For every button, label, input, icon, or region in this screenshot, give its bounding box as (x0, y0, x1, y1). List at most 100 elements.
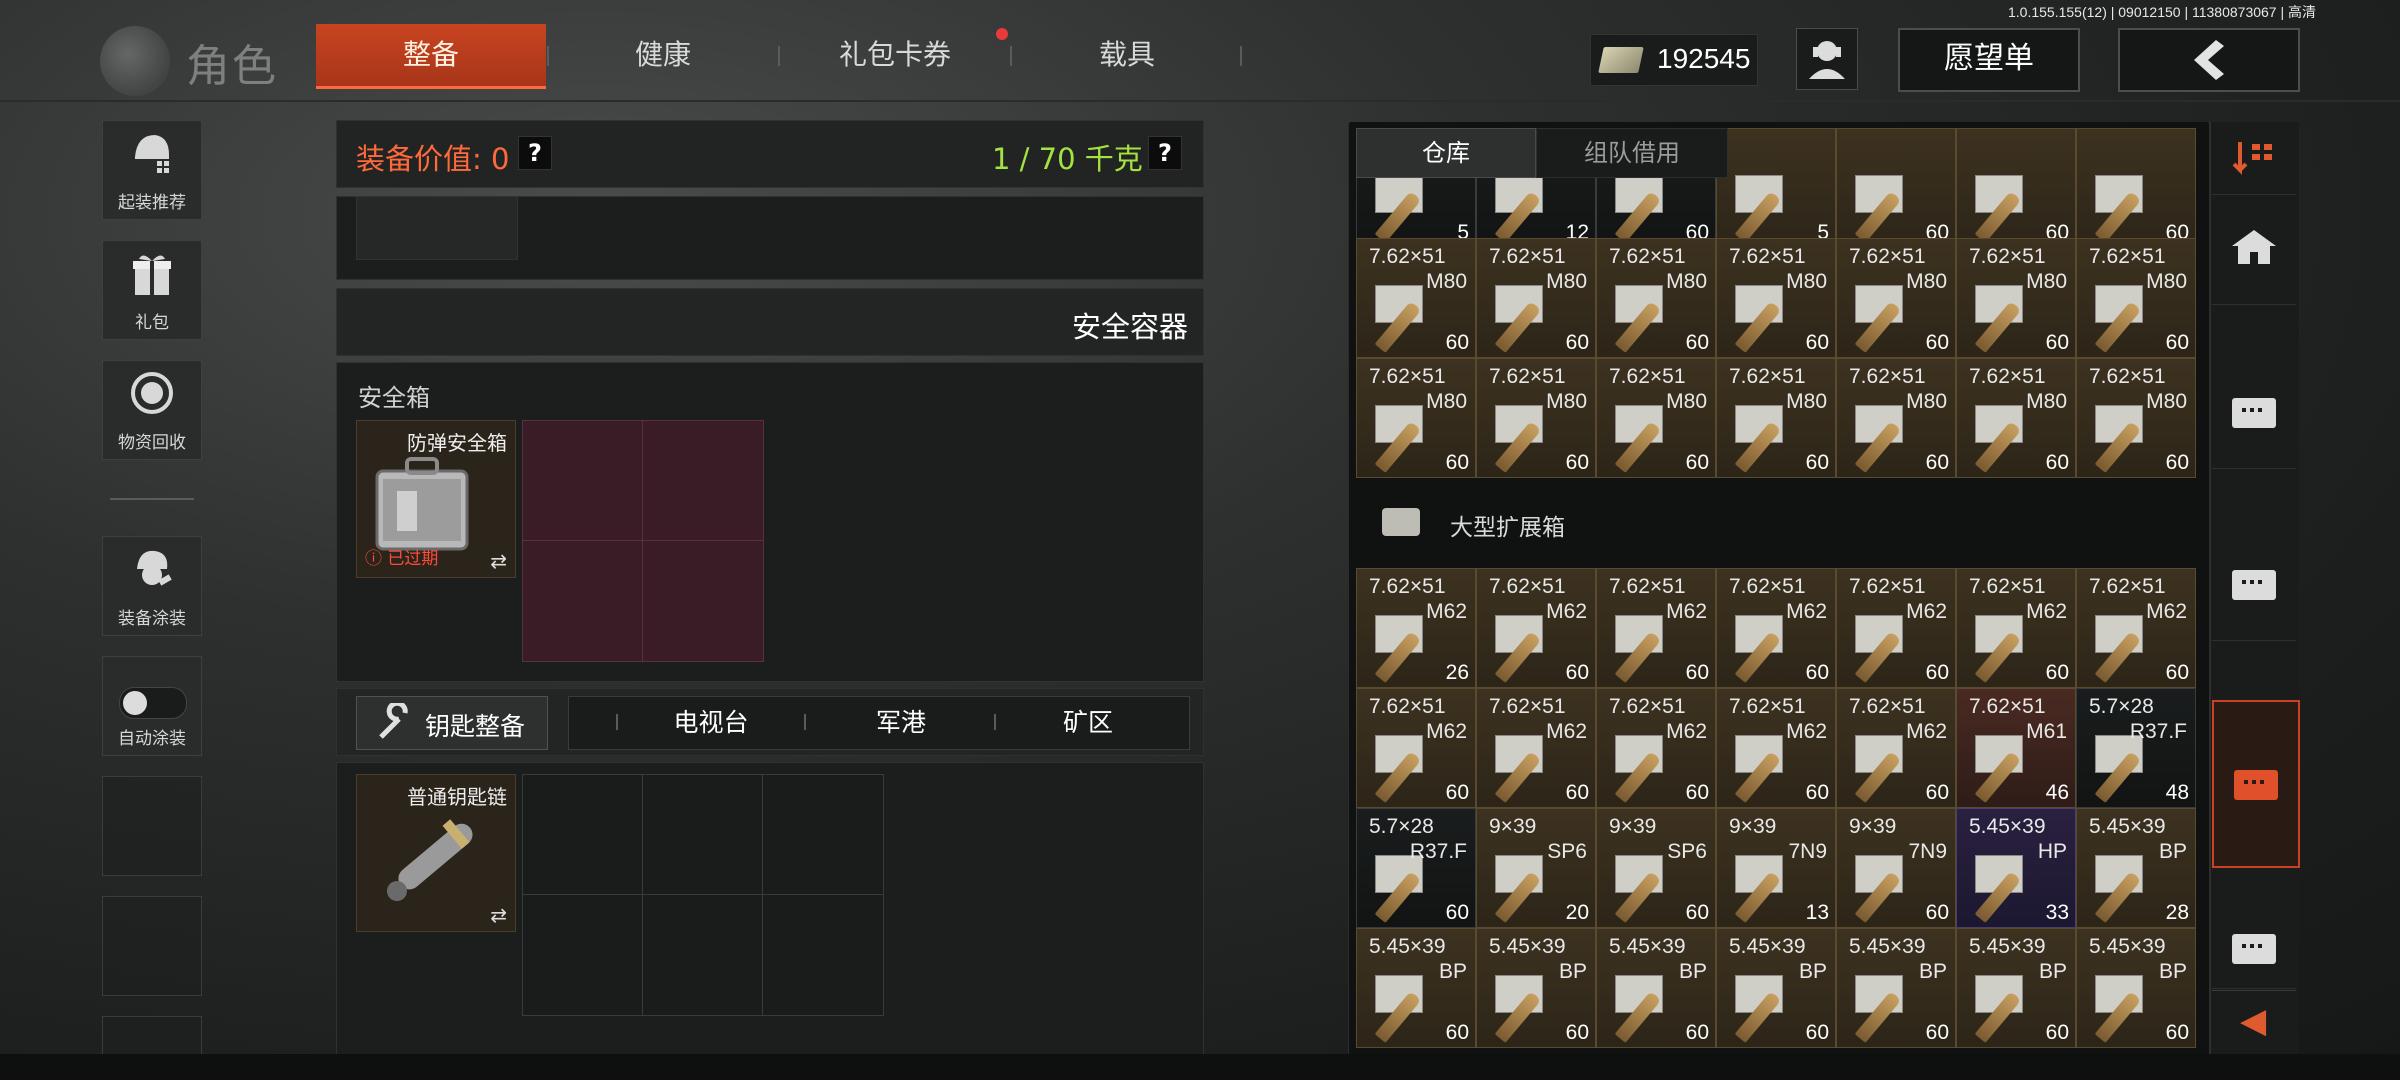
storage-box-button[interactable] (2212, 532, 2296, 641)
storage-box-button[interactable] (2212, 360, 2296, 469)
inventory-cell[interactable]: 5.45×39 BP 28 (2076, 808, 2196, 928)
inventory-cell[interactable]: 7.62×51 M62 60 (1956, 568, 2076, 688)
swap-icon[interactable]: ⇄ (490, 903, 507, 927)
key-chain-item[interactable]: 普通钥匙链 ⇄ (356, 774, 516, 932)
inventory-cell[interactable]: 7.62×51 M62 60 (1596, 688, 1716, 808)
inventory-cell[interactable]: 7.62×51 M80 60 (1716, 238, 1836, 358)
key-loadout-button[interactable]: 钥匙整备 (356, 696, 548, 750)
inventory-cell[interactable]: 5.45×39 BP 60 (1956, 928, 2076, 1048)
ammo-caliber: 7.62×51 (1489, 365, 1566, 388)
ammo-quantity: 60 (2045, 451, 2069, 474)
inventory-cell[interactable]: 7.62×51 M80 60 (1956, 358, 2076, 478)
sidebar-item-paint[interactable]: 装备涂装 (102, 536, 202, 636)
inventory-cell[interactable]: 5.45×39 BP 60 (2076, 928, 2196, 1048)
ammo-caliber: 5.45×39 (1609, 935, 1686, 958)
inventory-cell[interactable]: 7.62×51 M80 60 (1836, 358, 1956, 478)
weight-help-button[interactable]: ? (1148, 136, 1182, 170)
ammo-caliber: 9×39 (1729, 815, 1777, 838)
tab-gift-cards[interactable]: 礼包卡券 (780, 24, 1010, 86)
inventory-cell[interactable]: 60 (1956, 128, 2076, 248)
tab-health[interactable]: 健康 (548, 24, 778, 86)
ammo-quantity: 60 (1445, 451, 1469, 474)
ammo-caliber: 7.62×51 (1609, 695, 1686, 718)
inventory-cell[interactable]: 7.62×51 M80 60 (2076, 358, 2196, 478)
inventory-cell[interactable]: 9×39 7N9 60 (1836, 808, 1956, 928)
inventory-cell[interactable]: 7.62×51 M62 60 (1596, 568, 1716, 688)
currency-display[interactable]: 192545 (1590, 34, 1758, 86)
collapse-button[interactable]: ◀ (2212, 990, 2296, 1051)
sort-button[interactable] (2212, 122, 2296, 195)
tab-mining-area[interactable]: 矿区 (996, 700, 1180, 746)
inventory-cell[interactable]: 7.62×51 M62 60 (1476, 688, 1596, 808)
safe-box-label: 安全箱 (358, 384, 430, 412)
equipment-slot[interactable] (356, 196, 518, 260)
inventory-cell[interactable]: 7.62×51 M80 60 (1596, 358, 1716, 478)
sidebar-item-auto-paint[interactable]: 自动涂装 (102, 656, 202, 756)
ammo-type: M62 (2026, 600, 2067, 623)
inventory-cell[interactable]: 7.62×51 M62 60 (1836, 688, 1956, 808)
safe-box-grid[interactable] (522, 420, 764, 662)
inventory-cell[interactable]: 7.62×51 M80 60 (1476, 238, 1596, 358)
inventory-cell[interactable]: 5.45×39 HP 33 (1956, 808, 2076, 928)
inventory-cell[interactable]: 7.62×51 M80 60 (1356, 358, 1476, 478)
inventory-cell[interactable]: 5.45×39 BP 60 (1596, 928, 1716, 1048)
inventory-cell[interactable]: 7.62×51 M62 60 (1356, 688, 1476, 808)
inventory-cell[interactable]: 7.62×51 M80 60 (2076, 238, 2196, 358)
inventory-cell[interactable]: 7.62×51 M62 60 (1716, 568, 1836, 688)
inventory-cell[interactable]: 7.62×51 M62 60 (1716, 688, 1836, 808)
ammo-type: SP6 (1547, 840, 1587, 863)
inventory-cell[interactable]: 7.62×51 M62 60 (2076, 568, 2196, 688)
inventory-cell[interactable]: 5.45×39 BP 60 (1476, 928, 1596, 1048)
inventory-cell[interactable]: 7.62×51 M62 26 (1356, 568, 1476, 688)
inventory-cell[interactable]: 7.62×51 M61 46 (1956, 688, 2076, 808)
inventory-cell[interactable]: 7.62×51 M62 60 (1476, 568, 1596, 688)
expired-status: ⓘ 已过期 (365, 549, 439, 569)
bulletproof-safe-box-item[interactable]: 防弹安全箱 ⓘ 已过期 ⇄ (356, 420, 516, 578)
tab-warehouse[interactable]: 仓库 (1356, 128, 1536, 178)
tab-vehicles[interactable]: 载具 (1012, 24, 1242, 86)
ammo-type: M80 (2026, 390, 2067, 413)
tab-loadout[interactable]: 整备 (316, 24, 546, 89)
wishlist-button[interactable]: 愿望单 (1898, 28, 2080, 92)
tab-team-borrow[interactable]: 组队借用 (1536, 128, 1728, 178)
inventory-cell[interactable]: 7.62×51 M80 60 (1476, 358, 1596, 478)
ammo-caliber: 7.62×51 (1609, 365, 1686, 388)
auto-paint-toggle[interactable] (119, 687, 187, 719)
key-chain-grid[interactable] (522, 774, 884, 1016)
inventory-cell[interactable]: 5.45×39 BP 60 (1716, 928, 1836, 1048)
value-help-button[interactable]: ? (518, 136, 552, 170)
inventory-cell[interactable]: 7.62×51 M80 60 (1356, 238, 1476, 358)
inventory-cell[interactable]: 5.45×39 BP 60 (1356, 928, 1476, 1048)
inventory-cell[interactable]: 7.62×51 M62 60 (1836, 568, 1956, 688)
storage-box-button[interactable] (2212, 880, 2296, 989)
ammo-caliber: 5.45×39 (1489, 935, 1566, 958)
inventory-cell[interactable]: 5.45×39 BP 60 (1836, 928, 1956, 1048)
home-button[interactable] (2212, 196, 2296, 305)
ammo-caliber: 7.62×51 (2089, 365, 2166, 388)
inventory-cell[interactable]: 5.7×28 R37.F 48 (2076, 688, 2196, 808)
customer-service-button[interactable] (1796, 28, 1858, 90)
back-button[interactable] (2118, 28, 2300, 92)
inventory-cell[interactable]: 60 (2076, 128, 2196, 248)
sidebar-item-gift[interactable]: 礼包 (102, 240, 202, 340)
inventory-cell[interactable]: 9×39 SP6 20 (1476, 808, 1596, 928)
inventory-cell[interactable]: 60 (1836, 128, 1956, 248)
storage-box-button-active[interactable] (2212, 700, 2300, 868)
ammo-type: M62 (1666, 600, 1707, 623)
inventory-cell[interactable]: 7.62×51 M80 60 (1716, 358, 1836, 478)
swap-icon[interactable]: ⇄ (490, 549, 507, 573)
ammo-type: BP (1438, 960, 1467, 983)
inventory-cell[interactable]: 7.62×51 M80 60 (1836, 238, 1956, 358)
inventory-cell[interactable]: 5 (1716, 128, 1836, 248)
inventory-cell[interactable]: 5.7×28 R37.F 60 (1356, 808, 1476, 928)
inventory-cell[interactable]: 7.62×51 M80 60 (1956, 238, 2076, 358)
storage-box-active-icon (2234, 770, 2278, 800)
tab-naval-port[interactable]: 军港 (806, 700, 996, 746)
inventory-cell[interactable]: 9×39 SP6 60 (1596, 808, 1716, 928)
inventory-cell[interactable]: 7.62×51 M80 60 (1596, 238, 1716, 358)
tab-tv-station[interactable]: 电视台 (616, 700, 806, 746)
ammo-type: M80 (1546, 390, 1587, 413)
sidebar-item-recycle[interactable]: 物资回收 (102, 360, 202, 460)
inventory-cell[interactable]: 9×39 7N9 13 (1716, 808, 1836, 928)
sidebar-item-loadout-recommend[interactable]: 起装推荐 (102, 120, 202, 220)
